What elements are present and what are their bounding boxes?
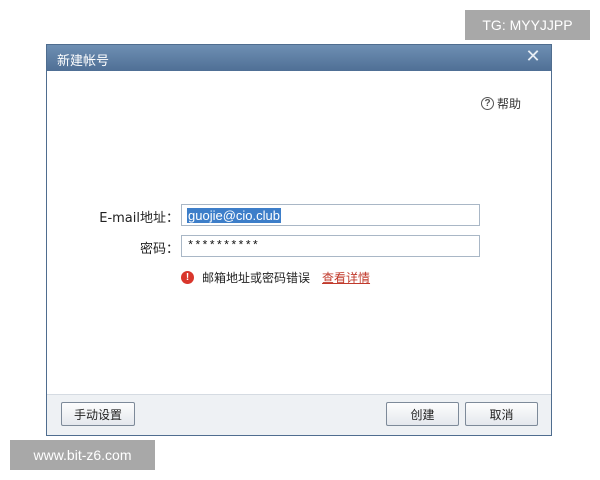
dialog-footer: 手动设置 创建 取消: [47, 394, 551, 435]
cancel-button[interactable]: 取消: [465, 402, 538, 426]
password-field[interactable]: **********: [181, 235, 480, 257]
email-label: E-mail地址：: [99, 211, 179, 226]
password-value: **********: [187, 239, 260, 253]
help-label: 帮助: [497, 97, 522, 111]
dialog-title: 新建帐号: [57, 54, 110, 69]
title-bar[interactable]: 新建帐号 ✕: [47, 45, 551, 71]
watermark-bottom: www.bit-z6.com: [10, 440, 155, 470]
screen: TG: MYYJJPP 新建帐号 ✕ ? 帮助 E-mail地址： guojie…: [0, 0, 600, 480]
email-field[interactable]: guojie@cio.club: [181, 204, 480, 226]
watermark-top-text: TG: MYYJJPP: [482, 17, 573, 33]
question-circle-icon: ?: [481, 97, 494, 110]
password-label: 密码：: [139, 242, 179, 257]
error-text: 邮箱地址或密码错误: [202, 271, 311, 285]
manual-settings-button[interactable]: 手动设置: [61, 402, 135, 426]
close-icon: ✕: [525, 46, 541, 67]
new-account-dialog: 新建帐号 ✕ ? 帮助 E-mail地址： guojie@cio.club 密码…: [46, 44, 552, 436]
error-message: ! 邮箱地址或密码错误 查看详情: [181, 269, 370, 286]
help-link[interactable]: ? 帮助: [481, 95, 521, 112]
watermark-bottom-text: www.bit-z6.com: [33, 447, 132, 463]
create-label: 创建: [410, 407, 435, 422]
close-button[interactable]: ✕: [523, 47, 543, 67]
exclamation-circle-icon: !: [181, 271, 194, 284]
email-value: guojie@cio.club: [187, 207, 281, 223]
cancel-label: 取消: [489, 407, 514, 422]
manual-settings-label: 手动设置: [73, 407, 122, 422]
create-button[interactable]: 创建: [386, 402, 459, 426]
view-details-link[interactable]: 查看详情: [322, 269, 370, 286]
watermark-top: TG: MYYJJPP: [465, 10, 590, 40]
